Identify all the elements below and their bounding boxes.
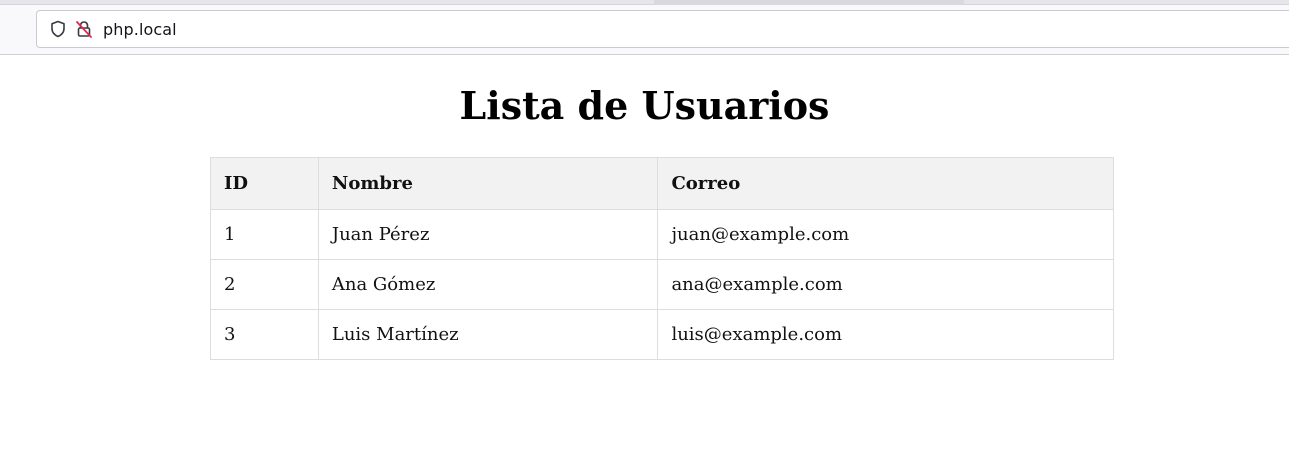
cell-nombre: Juan Pérez: [317, 209, 659, 260]
column-header-correo: Correo: [657, 157, 1114, 210]
cell-id: 3: [210, 309, 319, 360]
tab-strip-edge: [0, 0, 1289, 5]
page-content: Lista de Usuarios ID Nombre Correo 1 Jua…: [0, 56, 1289, 471]
cell-id: 1: [210, 209, 319, 260]
table-header-row: ID Nombre Correo: [210, 157, 1114, 210]
page-title: Lista de Usuarios: [459, 83, 830, 128]
cell-correo: luis@example.com: [657, 309, 1114, 360]
cell-correo: juan@example.com: [657, 209, 1114, 260]
url-text[interactable]: php.local: [103, 20, 177, 39]
users-table: ID Nombre Correo 1 Juan Pérez juan@examp…: [210, 157, 1114, 360]
table-row: 3 Luis Martínez luis@example.com: [210, 309, 1114, 360]
insecure-lock-icon[interactable]: [73, 18, 95, 40]
column-header-nombre: Nombre: [317, 157, 659, 210]
table-row: 2 Ana Gómez ana@example.com: [210, 259, 1114, 310]
tab-strip-segment: [654, 0, 964, 5]
browser-toolbar: php.local: [0, 0, 1289, 55]
cell-nombre: Ana Gómez: [317, 259, 659, 310]
column-header-id: ID: [210, 157, 319, 210]
table-row: 1 Juan Pérez juan@example.com: [210, 209, 1114, 260]
shield-icon[interactable]: [47, 18, 69, 40]
cell-correo: ana@example.com: [657, 259, 1114, 310]
cell-id: 2: [210, 259, 319, 310]
address-bar[interactable]: php.local: [36, 10, 1289, 48]
cell-nombre: Luis Martínez: [317, 309, 659, 360]
